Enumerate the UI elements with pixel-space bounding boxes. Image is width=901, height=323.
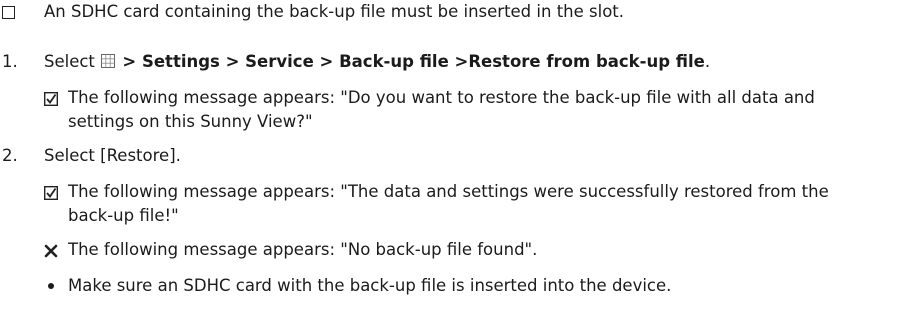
checked-checkbox-icon	[43, 185, 59, 201]
step-1-menu-path: > Settings > Service > Back-up file >Res…	[122, 52, 705, 71]
cross-icon	[44, 243, 58, 258]
step-2-number: 2.	[2, 146, 18, 165]
step-2-instruction: Select [Restore].	[44, 146, 181, 165]
menu-grid-icon	[101, 51, 116, 68]
step-2-result-line-1: The following message appears: "The data…	[68, 182, 829, 201]
step-1-number: 1.	[2, 52, 18, 71]
checked-checkbox-icon	[43, 91, 59, 107]
bullet-icon	[48, 283, 54, 289]
step-1-prefix: Select	[44, 52, 95, 71]
step-2-remedy-text: Make sure an SDHC card with the back-up …	[68, 276, 672, 295]
step-2-result-line-2: back-up file!"	[68, 206, 179, 225]
step-1-result-line-1: The following message appears: "Do you w…	[68, 88, 815, 107]
step-1-suffix: .	[704, 52, 711, 71]
step-1-result-line-2: settings on this Sunny View?"	[68, 112, 313, 131]
precondition-text: An SDHC card containing the back-up file…	[44, 2, 625, 21]
step-1-instruction: Select > Settings > Service > Back-up fi…	[44, 50, 710, 74]
step-2-error-text: The following message appears: "No back-…	[68, 240, 538, 259]
empty-checkbox-icon	[2, 6, 15, 19]
